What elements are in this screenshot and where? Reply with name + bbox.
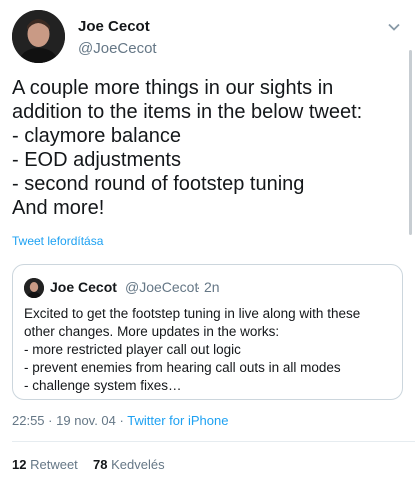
quoted-separator: · [196,279,201,295]
tweet-stats: 12 Retweet 78 Kedvelés [12,457,165,472]
quoted-time: 2n [204,279,220,295]
avatar[interactable] [12,10,65,63]
likes-stat[interactable]: 78 Kedvelés [93,457,165,472]
quoted-tweet[interactable]: Joe Cecot @JoeCecot · 2n Excited to get … [12,264,403,400]
chevron-down-icon[interactable] [387,20,401,34]
retweets-count: 12 [12,457,27,472]
tweet-date: 19 nov. 04 [56,413,116,428]
author-name[interactable]: Joe Cecot [78,18,150,35]
tweet-client-link[interactable]: Twitter for iPhone [127,413,228,428]
quoted-author-name: Joe Cecot [50,279,117,295]
quoted-avatar [24,278,44,298]
scrollbar[interactable] [409,50,412,235]
retweets-stat[interactable]: 12 Retweet [12,457,81,472]
meta-separator-2: · [119,413,124,428]
retweets-label: Retweet [30,457,78,472]
author-handle[interactable]: @JoeCecot [78,40,157,57]
tweet-text: A couple more things in our sights in ad… [12,77,363,219]
tweet-time: 22:55 [12,413,45,428]
tweet-header: Joe Cecot @JoeCecot [12,10,403,66]
quoted-author-handle: @JoeCecot [125,279,199,295]
translate-link[interactable]: Tweet lefordítása [12,234,103,248]
quoted-text: Excited to get the footstep tuning in li… [24,306,361,393]
meta-separator: · [48,413,53,428]
likes-count: 78 [93,457,108,472]
divider [12,441,415,442]
tweet-meta: 22:55 · 19 nov. 04 · Twitter for iPhone [12,413,228,428]
likes-label: Kedvelés [111,457,165,472]
